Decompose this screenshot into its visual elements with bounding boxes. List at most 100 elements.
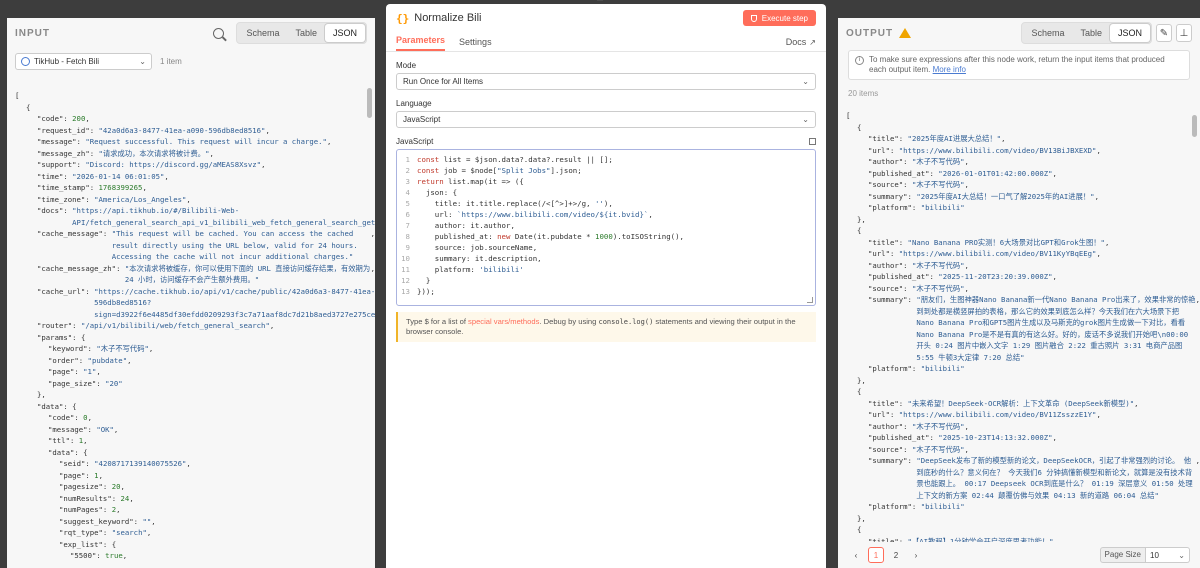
json-key: "platform":	[868, 502, 921, 511]
json-key: "url":	[868, 249, 899, 258]
input-node-select[interactable]: TikHub - Fetch Bili ⌄	[15, 52, 152, 70]
json-value: "bilibili"	[920, 203, 965, 212]
node-editor-modal: {} Normalize Bili Execute step Parameter…	[386, 4, 826, 568]
resize-handle-icon[interactable]	[807, 297, 813, 303]
json-bracket: {	[111, 539, 117, 549]
mode-value: Run Once for All Items	[403, 77, 484, 86]
json-bracket: {	[80, 332, 86, 342]
json-line: "support": "Discord: https://discord.gg/…	[15, 159, 375, 171]
json-key: "docs":	[37, 206, 73, 215]
tab-parameters[interactable]: Parameters	[396, 35, 446, 51]
json-comma: ,	[209, 148, 214, 158]
json-comma: ,	[269, 321, 275, 330]
json-key: "title":	[868, 134, 908, 143]
next-page-icon[interactable]: ›	[908, 547, 924, 563]
page-1-button[interactable]: 1	[868, 547, 884, 563]
input-json-view: [{"code": 200, "request_id": "42a0d6a3-84…	[7, 90, 375, 568]
json-line: "rqt_type": "search",	[15, 527, 375, 539]
page-size-select[interactable]: 10 ⌄	[1146, 547, 1190, 563]
line-number: 10	[401, 254, 410, 263]
json-key: "support":	[37, 160, 86, 169]
json-comma: ,	[964, 444, 969, 454]
page-2-button[interactable]: 2	[888, 547, 904, 563]
json-line: [	[846, 110, 1200, 122]
code-line: 13}));	[397, 286, 815, 297]
parameters-panel: Mode Run Once for All Items ⌄ Language J…	[386, 61, 826, 342]
json-line: "docs": "https://api.tikhub.io/#/Bilibil…	[15, 205, 375, 228]
docs-link[interactable]: Docs ↗	[786, 37, 816, 51]
json-comma: ,	[127, 355, 132, 365]
json-value: "本次请求将被缓存，你可以使用下面的 URL 直接访问缓存结果，有效期为 24 …	[124, 263, 371, 285]
json-line: "keyword": "木子不写代码",	[15, 343, 375, 355]
output-scrollbar[interactable]	[1192, 115, 1197, 137]
json-line: "data": {	[15, 401, 375, 413]
more-info-link[interactable]: More info	[933, 65, 966, 74]
json-line: "message_zh": "请求成功，本次请求将被计费。",	[15, 148, 375, 160]
json-comma: ,	[1052, 433, 1057, 442]
json-key: "data":	[48, 447, 84, 457]
json-value: "2025-10-23T14:13:32.000Z"	[938, 433, 1053, 442]
json-key: "cache_message":	[37, 229, 112, 238]
json-comma: ,	[370, 229, 375, 238]
input-tab-json[interactable]: JSON	[324, 24, 365, 42]
expand-icon[interactable]	[809, 138, 816, 145]
warning-icon[interactable]	[899, 28, 912, 38]
json-key: "data":	[37, 401, 73, 411]
json-key: "platform":	[868, 364, 921, 373]
mode-select[interactable]: Run Once for All Items ⌄	[396, 73, 816, 90]
edit-icon[interactable]: ✎	[1156, 24, 1172, 42]
tab-settings[interactable]: Settings	[459, 37, 492, 51]
json-value: "https://www.bilibili.com/video/BV13BiJB…	[898, 145, 1097, 155]
code-text: }));	[417, 287, 435, 296]
input-tab-table[interactable]: Table	[287, 24, 325, 42]
node-title[interactable]: Normalize Bili	[414, 12, 481, 24]
line-number: 1	[405, 155, 410, 164]
json-line: "seid": "4208717139140075526",	[15, 458, 375, 470]
mode-label: Mode	[396, 61, 417, 70]
json-value: "https://api.tikhub.io/#/Bilibili-Web-AP…	[72, 206, 375, 227]
chevron-down-icon: ⌄	[802, 115, 809, 124]
code-text: summary: it.description,	[417, 254, 542, 263]
json-line: "message": "OK",	[15, 424, 375, 436]
json-line: "router": "/api/v1/bilibili/web/fetch_ge…	[15, 320, 375, 332]
input-tab-schema[interactable]: Schema	[238, 24, 287, 42]
chevron-down-icon: ⌄	[1178, 550, 1185, 560]
input-node-row: TikHub - Fetch Bili ⌄ 1 item	[7, 50, 375, 72]
json-key: "code":	[48, 413, 84, 422]
output-tab-json[interactable]: JSON	[1109, 24, 1150, 42]
language-select[interactable]: JavaScript ⌄	[396, 111, 816, 128]
line-number: 7	[405, 221, 410, 230]
code-line: 5 title: it.title.replace(/<[^>]+>/g, ''…	[397, 198, 815, 209]
code-editor[interactable]: 1 const list = $json.data?.data?.result |…	[396, 149, 816, 306]
special-vars-link[interactable]: special vars/methods	[468, 317, 539, 326]
json-line: {	[846, 225, 1200, 237]
json-line: "author": "木子不写代码",	[846, 421, 1200, 433]
globe-icon	[21, 56, 30, 66]
json-line: "published_at": "2026-01-01T01:42:00.000…	[846, 168, 1200, 180]
json-bracket: {	[857, 122, 862, 132]
input-scrollbar[interactable]	[367, 88, 372, 118]
code-text: const job = $node["Split Jobs"].json;	[417, 166, 582, 175]
line-number: 6	[405, 210, 410, 219]
json-bracket: {	[857, 525, 862, 534]
input-view-switch: Schema Table JSON	[236, 22, 367, 44]
page-size-label: Page Size	[1099, 547, 1146, 563]
json-key: "published_at":	[868, 433, 939, 442]
json-value: "未来希望！DeepSeek-OCR解析：上下文革命 (DeepSeek新模型)…	[907, 398, 1135, 408]
drag-handle[interactable]: ⋯	[593, 0, 607, 4]
search-icon[interactable]	[213, 27, 225, 39]
output-json-view: [{"title": "2025年度AI进展大总结！", "url": "http…	[838, 110, 1200, 542]
json-value: "木子不写代码"	[911, 421, 965, 431]
json-value: "木子不写代码"	[96, 344, 149, 353]
code-line: 2 const job = $node["Split Jobs"].json;	[397, 165, 815, 176]
output-tab-schema[interactable]: Schema	[1023, 24, 1072, 42]
execute-step-button[interactable]: Execute step	[742, 10, 816, 26]
prev-page-icon[interactable]: ‹	[848, 547, 864, 563]
language-value: JavaScript	[403, 115, 441, 124]
json-bracket: {	[857, 226, 862, 235]
json-comma: ,	[186, 194, 191, 204]
pin-icon[interactable]: ⊥	[1176, 24, 1192, 42]
json-key: "suggest_keyword":	[59, 516, 143, 526]
output-tab-table[interactable]: Table	[1072, 24, 1110, 42]
code-line: 4 json: {	[397, 187, 815, 198]
